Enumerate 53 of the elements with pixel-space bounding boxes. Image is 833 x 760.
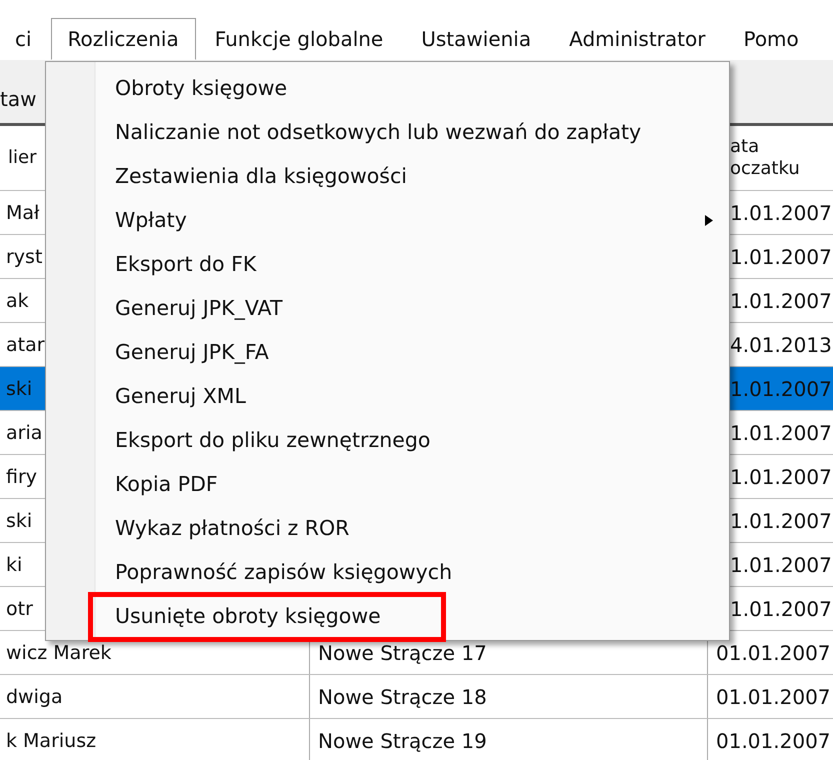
menu-option[interactable]: Generuj JPK_VAT bbox=[115, 296, 283, 320]
table-cell: 1.01.2007 bbox=[730, 376, 832, 400]
menu-item[interactable]: ci bbox=[0, 18, 51, 60]
menu-option[interactable]: Usunięte obroty księgowe bbox=[115, 604, 381, 628]
table-cell: 1.01.2007 bbox=[730, 508, 832, 532]
menu-option[interactable]: Eksport do pliku zewnętrznego bbox=[115, 428, 430, 452]
table-cell: ryst bbox=[6, 246, 42, 268]
menu-option[interactable]: Generuj JPK_FA bbox=[115, 340, 269, 364]
table-cell: 4.01.2013 bbox=[730, 332, 832, 356]
menu-option[interactable]: Eksport do FK bbox=[115, 252, 256, 276]
table-cell: k Mariusz bbox=[6, 730, 96, 752]
menu-option[interactable]: Kopia PDF bbox=[115, 472, 218, 496]
table-cell: 01.01.2007 bbox=[716, 728, 831, 752]
menu-item[interactable]: Administrator bbox=[550, 18, 724, 60]
menu-item[interactable]: Ustawienia bbox=[402, 18, 550, 60]
table-row[interactable]: dwiga Nowe Strącze 18 01.01.2007 bbox=[0, 675, 833, 719]
table-cell: atar bbox=[6, 334, 45, 356]
table-cell: ki bbox=[6, 554, 22, 576]
toolbar-label[interactable]: taw bbox=[0, 87, 36, 111]
menu-item[interactable]: Pomo bbox=[724, 18, 818, 60]
table-cell: aria bbox=[6, 422, 42, 444]
table-cell: Nowe Strącze 18 bbox=[318, 684, 487, 708]
table-cell: 01.01.2007 bbox=[716, 684, 831, 708]
table-cell: 01.01.2007 bbox=[716, 640, 831, 664]
table-cell: 1.01.2007 bbox=[730, 464, 832, 488]
table-row[interactable]: k Mariusz Nowe Strącze 19 01.01.2007 bbox=[0, 719, 833, 760]
table-cell: 1.01.2007 bbox=[730, 552, 832, 576]
table-cell: Mał bbox=[6, 202, 40, 224]
table-cell: otr bbox=[6, 598, 33, 620]
table-cell: firy bbox=[6, 466, 38, 488]
table-cell: Nowe Strącze 17 bbox=[318, 640, 487, 664]
table-cell: 1.01.2007 bbox=[730, 244, 832, 268]
table-cell: ski bbox=[6, 510, 32, 532]
menu-option[interactable]: Wykaz płatności z ROR bbox=[115, 516, 350, 540]
table-cell: 1.01.2007 bbox=[730, 420, 832, 444]
column-header[interactable]: lier bbox=[8, 147, 36, 169]
menu-option[interactable]: Obroty księgowe bbox=[115, 76, 288, 100]
table-cell: 1.01.2007 bbox=[730, 596, 832, 620]
table-cell: 1.01.2007 bbox=[730, 200, 832, 224]
column-header[interactable]: ata oczatku bbox=[730, 136, 800, 180]
menu-option[interactable]: Generuj XML bbox=[115, 384, 246, 408]
table-cell: ak bbox=[6, 290, 29, 312]
menu-option[interactable]: Naliczanie not odsetkowych lub wezwań do zapłaty bbox=[115, 120, 642, 144]
menu-option[interactable]: Poprawność zapisów księgowych bbox=[115, 560, 452, 584]
table-cell: wicz Marek bbox=[6, 642, 112, 664]
menu-option[interactable]: Zestawienia dla księgowości bbox=[115, 164, 407, 188]
table-cell: Nowe Strącze 19 bbox=[318, 728, 487, 752]
menu-option[interactable]: Wpłaty bbox=[115, 208, 187, 232]
menu-item[interactable]: Funkcje globalne bbox=[196, 18, 402, 60]
table-cell: dwiga bbox=[6, 686, 63, 708]
table-cell: ski bbox=[6, 378, 32, 400]
menu-item[interactable]: Rozliczenia bbox=[50, 18, 196, 60]
table-cell: 1.01.2007 bbox=[730, 288, 832, 312]
